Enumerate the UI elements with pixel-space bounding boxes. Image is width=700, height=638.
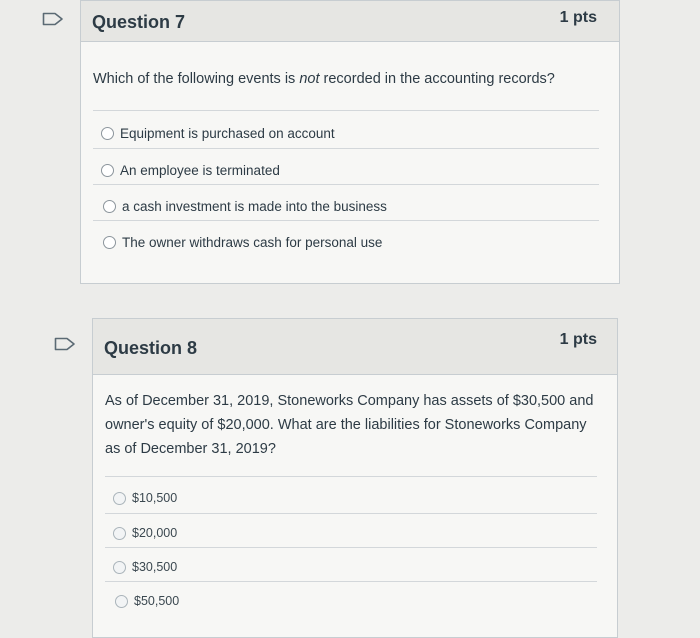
answer-option[interactable]: $10,500 [113, 491, 177, 505]
question-points: 1 pts [559, 331, 597, 348]
divider [105, 547, 597, 548]
divider [105, 476, 597, 477]
divider [105, 581, 597, 582]
question-text-part: Which of the following events is [93, 71, 300, 87]
divider [93, 184, 599, 185]
divider [93, 148, 599, 149]
answer-option[interactable]: a cash investment is made into the busin… [103, 199, 387, 214]
answer-label: $20,000 [132, 526, 178, 540]
question-title: Question 8 [104, 338, 198, 358]
answer-label: An employee is terminated [120, 163, 280, 178]
answer-label: The owner withdraws cash for personal us… [122, 235, 383, 250]
question-8-card: Question 8 1 pts As of December 31, 2019… [92, 318, 618, 638]
flag-question-7-icon[interactable] [42, 12, 64, 26]
question-text: Which of the following events is not rec… [93, 67, 603, 91]
question-8-header: Question 8 1 pts [93, 319, 617, 375]
answer-label: $50,500 [134, 594, 180, 608]
radio-button[interactable] [101, 127, 114, 140]
answer-option[interactable]: The owner withdraws cash for personal us… [103, 235, 382, 250]
answer-option[interactable]: $20,000 [113, 526, 177, 540]
flag-icon [42, 12, 63, 26]
radio-button[interactable] [103, 200, 116, 213]
question-title: Question 7 [92, 12, 186, 32]
radio-button[interactable] [113, 491, 126, 505]
radio-button[interactable] [103, 236, 116, 249]
answer-label: $10,500 [132, 491, 178, 505]
question-text-part: recorded in the accounting records? [319, 71, 555, 87]
divider [93, 220, 599, 221]
flag-question-8-icon[interactable] [54, 337, 76, 351]
divider [105, 513, 597, 514]
answer-option[interactable]: An employee is terminated [101, 163, 280, 178]
answer-option[interactable]: Equipment is purchased on account [101, 126, 335, 141]
answer-label: a cash investment is made into the busin… [122, 199, 387, 214]
divider [93, 110, 599, 111]
question-text-emphasis: not [299, 71, 320, 87]
question-7-header: Question 7 1 pts [81, 1, 619, 42]
flag-icon [54, 337, 75, 351]
radio-button[interactable] [113, 560, 126, 574]
radio-button[interactable] [115, 594, 128, 608]
radio-button[interactable] [113, 526, 126, 540]
answer-option[interactable]: $30,500 [113, 560, 177, 574]
question-7-card: Question 7 1 pts Which of the following … [80, 0, 620, 284]
question-text: As of December 31, 2019, Stoneworks Comp… [105, 393, 594, 457]
answer-label: $30,500 [132, 560, 178, 574]
answer-label: Equipment is purchased on account [120, 126, 335, 141]
radio-button[interactable] [101, 164, 114, 177]
answer-option[interactable]: $50,500 [115, 594, 179, 608]
question-points: 1 pts [559, 9, 597, 26]
